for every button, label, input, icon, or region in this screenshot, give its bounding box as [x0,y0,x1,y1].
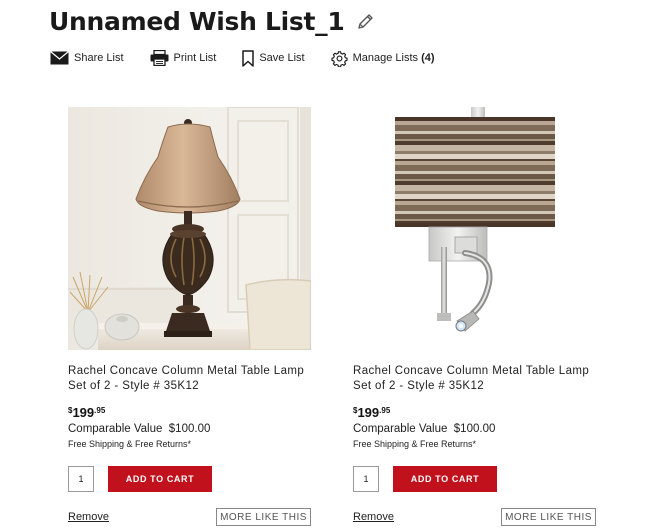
print-list-label: Print List [173,52,217,64]
product-price: $199.95 [353,405,596,420]
envelope-icon [50,51,69,65]
comparable-value: Comparable Value $100.00 [68,423,211,435]
manage-lists-button[interactable]: Manage Lists (4) [331,50,435,67]
save-list-label: Save List [259,52,305,64]
product-image[interactable] [68,107,311,350]
cart-row: 1 ADD TO CART [353,466,596,492]
cart-row: 1 ADD TO CART [68,466,311,492]
print-list-button[interactable]: Print List [150,50,217,66]
product-image[interactable] [353,107,596,350]
title-row: Unnamed Wish List_1 [49,4,376,38]
more-like-this-button[interactable]: MORE LIKE THIS [501,508,596,526]
item-footer: Remove MORE LIKE THIS [353,508,596,526]
price-cents: .95 [94,406,106,415]
save-list-button[interactable]: Save List [242,49,305,67]
more-like-this-button[interactable]: MORE LIKE THIS [216,508,311,526]
quantity-input[interactable]: 1 [68,466,94,492]
shipping-info: Free Shipping & Free Returns* [68,439,192,449]
shipping-info: Free Shipping & Free Returns* [353,439,477,449]
bookmark-icon [242,49,255,67]
price-cents: .95 [379,406,391,415]
remove-link[interactable]: Remove [353,511,394,523]
manage-lists-label: Manage Lists [352,52,419,64]
add-to-cart-button[interactable]: ADD TO CART [108,466,212,492]
add-to-cart-button[interactable]: ADD TO CART [393,466,497,492]
share-list-button[interactable]: Share List [50,51,124,65]
comparable-value: Comparable Value $100.00 [353,423,496,435]
price-whole: 199 [357,405,380,420]
product-price: $199.95 [68,405,311,420]
remove-link[interactable]: Remove [68,511,109,523]
product-name[interactable]: Rachel Concave Column Metal Table Lamp S… [68,364,311,394]
quantity-input[interactable]: 1 [353,466,379,492]
price-whole: 199 [72,405,95,420]
printer-icon [150,50,169,66]
list-actions: Share List Print List Save List Manage L… [50,48,461,68]
manage-lists-count: (4) [421,52,435,64]
gear-icon [331,50,348,67]
page-title: Unnamed Wish List_1 [49,6,345,36]
product-name[interactable]: Rachel Concave Column Metal Table Lamp S… [353,364,596,394]
share-list-label: Share List [74,52,124,64]
wishlist-item: Rachel Concave Column Metal Table Lamp S… [353,107,596,526]
pencil-icon[interactable] [356,11,376,31]
wishlist-item: Rachel Concave Column Metal Table Lamp S… [68,107,311,526]
item-footer: Remove MORE LIKE THIS [68,508,311,526]
